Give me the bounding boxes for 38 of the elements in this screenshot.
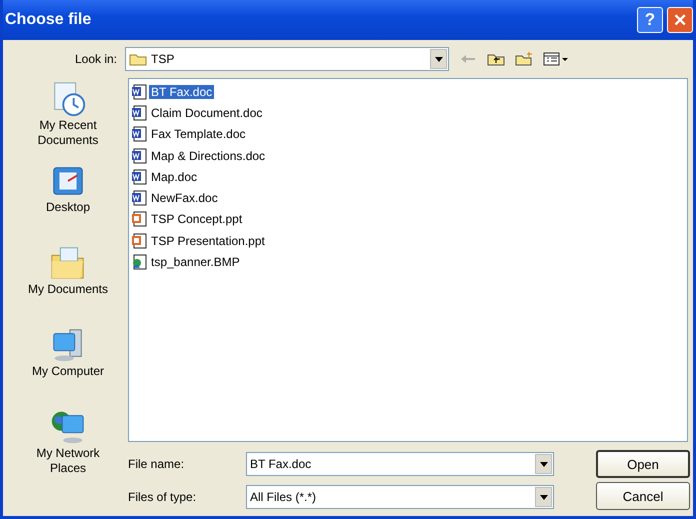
file-type-label: Files of type:: [128, 490, 198, 504]
file-type-dropdown[interactable]: All Files (*.*): [246, 485, 554, 509]
look-in-label: Look in:: [74, 52, 118, 66]
file-name-label: File name:: [128, 457, 186, 471]
look-in-dropdown[interactable]: TSP: [125, 47, 449, 71]
file-item[interactable]: TSP Presentation.ppt: [131, 230, 685, 252]
file-item[interactable]: Fax Template.doc: [131, 124, 685, 145]
file-item[interactable]: BT Fax.doc: [131, 81, 685, 102]
word-document-icon: [131, 126, 147, 142]
word-document-icon: [131, 84, 147, 100]
image-file-icon: [131, 254, 147, 270]
presentation-icon: [131, 232, 147, 249]
window-title: Choose file: [5, 11, 92, 29]
places-item[interactable]: Desktop: [11, 162, 125, 242]
open-button[interactable]: Open: [596, 450, 690, 478]
file-item[interactable]: TSP Concept.ppt: [131, 208, 685, 230]
folder-icon: [129, 52, 147, 66]
file-item[interactable]: NewFax.doc: [131, 187, 685, 209]
view-menu-icon[interactable]: [543, 52, 569, 66]
word-document-icon: [131, 148, 147, 164]
up-folder-icon[interactable]: [487, 52, 505, 66]
new-folder-icon[interactable]: [515, 52, 533, 66]
presentation-icon: [131, 211, 147, 228]
places-item[interactable]: My Network Places: [11, 408, 125, 488]
word-document-icon: [131, 104, 147, 121]
file-item[interactable]: Map & Directions.doc: [131, 144, 685, 166]
close-button[interactable]: ✕: [667, 7, 693, 33]
file-name-field[interactable]: BT Fax.doc: [246, 452, 554, 476]
places-item[interactable]: My Documents: [11, 244, 125, 324]
word-document-icon: [131, 168, 147, 185]
word-document-icon: [131, 190, 147, 206]
file-item[interactable]: Map.doc: [131, 166, 685, 188]
file-item[interactable]: Claim Document.doc: [131, 102, 685, 124]
help-button[interactable]: ?: [637, 7, 663, 33]
file-item[interactable]: tsp_banner.BMP: [131, 251, 685, 273]
cancel-button[interactable]: Cancel: [596, 482, 690, 510]
places-item[interactable]: My Recent Documents: [11, 80, 125, 160]
places-item[interactable]: My Computer: [11, 326, 125, 406]
